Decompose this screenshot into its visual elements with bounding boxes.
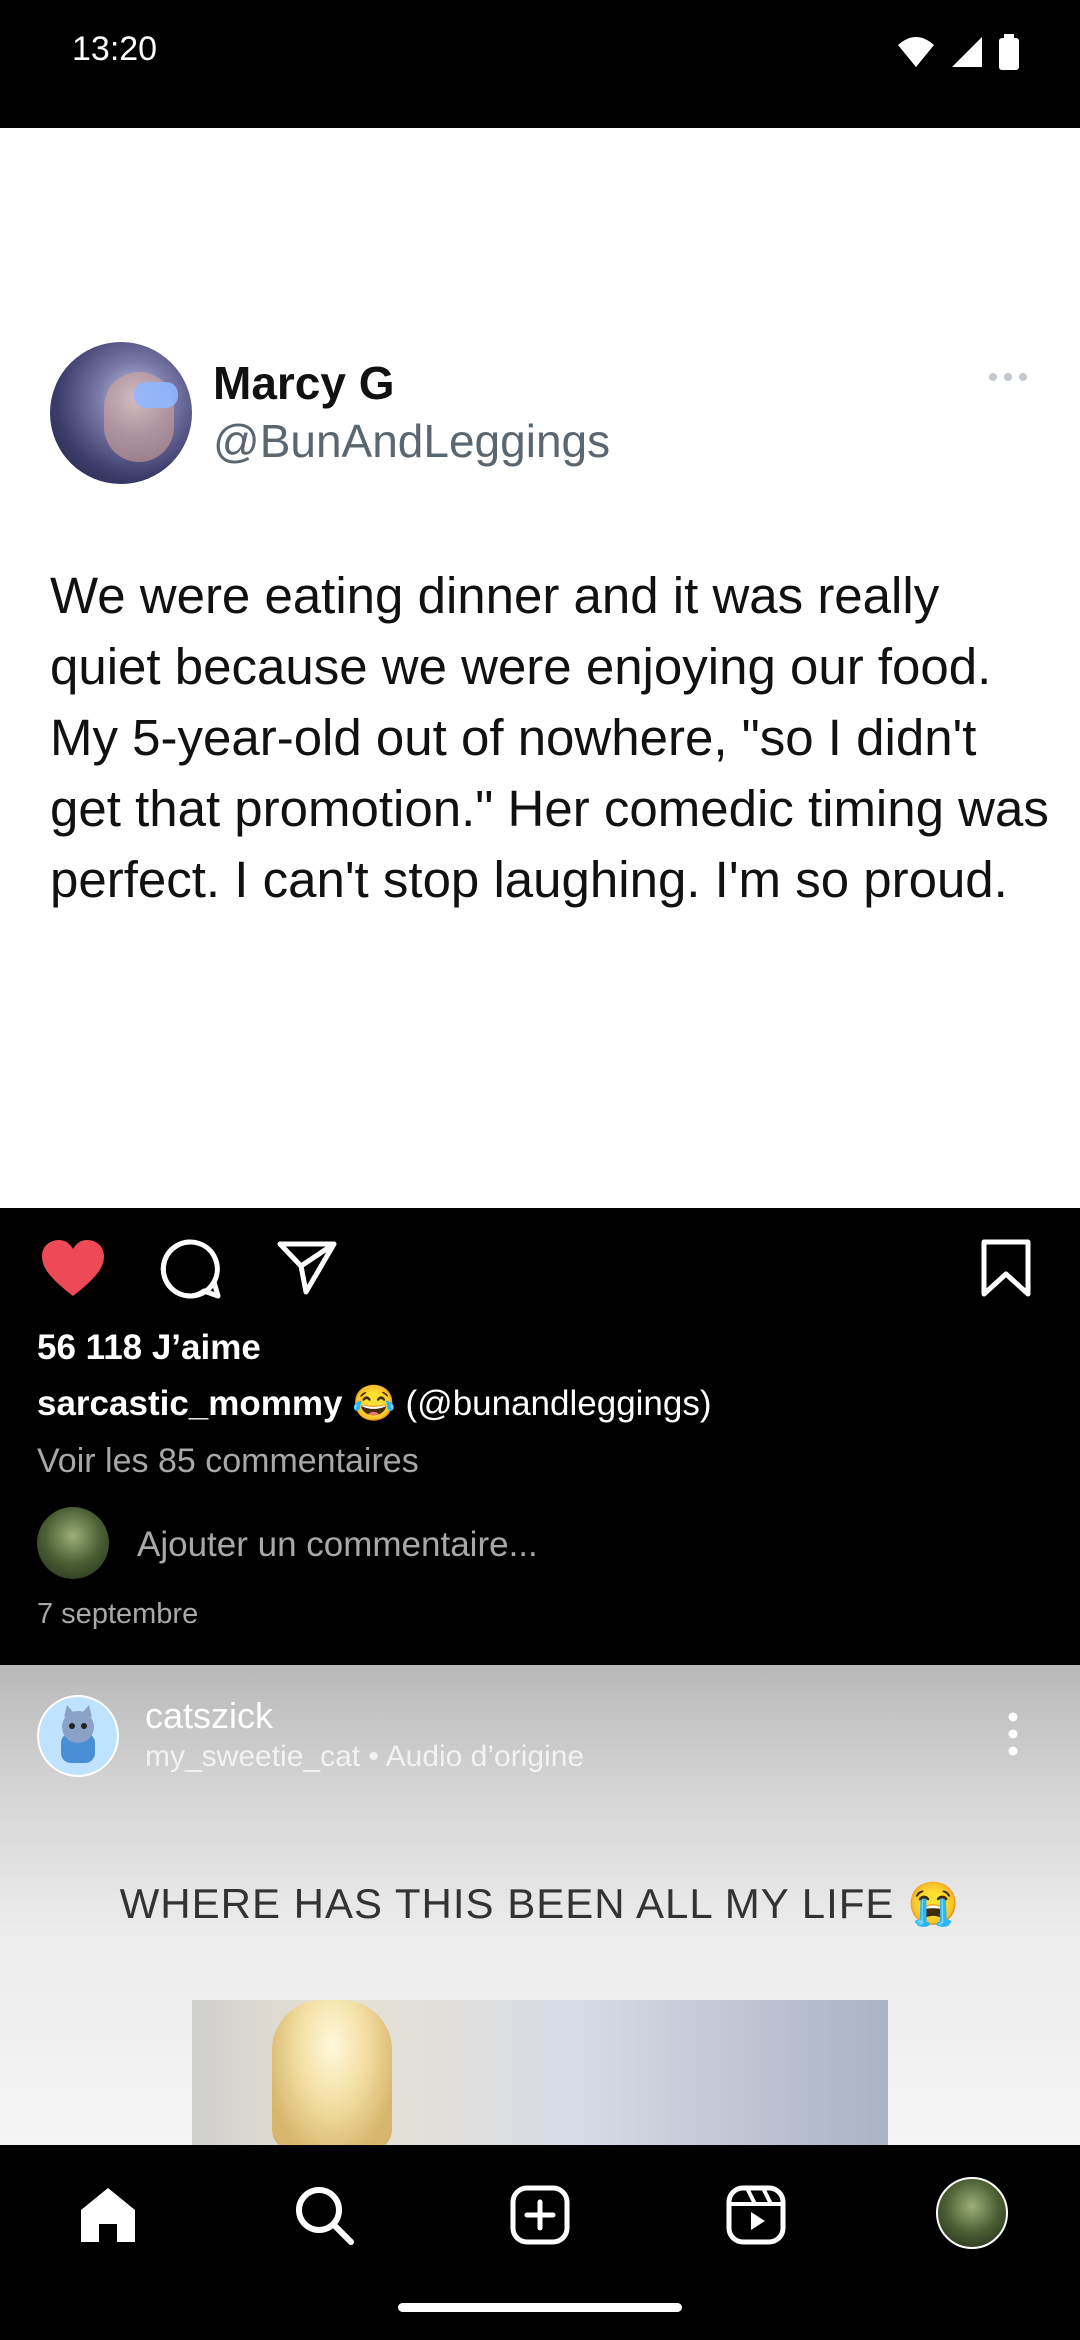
tweet-text: We were eating dinner and it was really … [50,567,1049,908]
status-icons [896,34,1020,75]
tweet-author-handle: @BunAndLeggings [213,415,611,467]
battery-icon [998,34,1020,75]
likes-count[interactable]: 56 118 J’aime [37,1328,261,1368]
comment-avatar [37,1507,109,1579]
profile-avatar[interactable] [936,2177,1008,2249]
post-action-bar [0,1208,1080,1328]
next-post-headline: WHERE HAS THIS BEEN ALL MY LIFE 😭 [119,1880,961,1927]
view-comments-link[interactable]: Voir les 85 commentaires [37,1442,419,1481]
tweet-avatar [50,342,192,484]
more-icon[interactable] [1008,1712,1018,1761]
heart-icon[interactable] [40,1238,106,1303]
caption-text: 😂 (@bunandleggings) [352,1384,712,1423]
comment-icon[interactable] [160,1238,222,1305]
signal-icon [950,35,984,74]
caption-username[interactable]: sarcastic_mommy [37,1384,342,1423]
create-icon[interactable] [505,2180,575,2250]
share-icon[interactable] [276,1240,338,1301]
add-comment-input[interactable]: Ajouter un commentaire... [137,1525,538,1565]
tweet-more-icon [988,370,1028,388]
tweet-author-name: Marcy G [213,357,395,409]
reels-icon[interactable] [721,2180,791,2250]
bookmark-icon[interactable] [980,1238,1032,1303]
next-post-avatar[interactable] [37,1695,119,1777]
wifi-icon [896,35,936,74]
next-post-audio[interactable]: my_sweetie_cat • Audio d’origine [145,1740,584,1774]
home-indicator[interactable] [398,2303,682,2312]
home-icon[interactable] [73,2180,143,2250]
post-caption: sarcastic_mommy 😂 (@bunandleggings) [37,1383,712,1424]
post-date: 7 septembre [37,1598,199,1630]
status-time: 13:20 [72,30,158,68]
next-post-media[interactable] [192,2000,888,2150]
search-icon[interactable] [289,2180,359,2250]
next-post-username[interactable]: catszick [145,1695,273,1737]
